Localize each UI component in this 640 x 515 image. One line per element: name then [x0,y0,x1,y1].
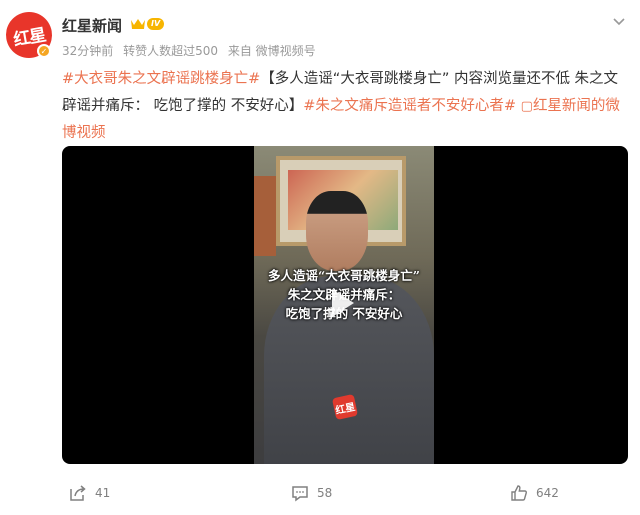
thumbs-up-icon [511,485,527,501]
background-decor [254,176,276,256]
comment-icon [292,486,308,502]
level-badge: IV [147,18,165,30]
post-meta: 32分钟前 转赞人数超过500 来自 微博视频号 [62,42,322,59]
like-count: 642 [536,486,559,500]
video-player[interactable]: 多人造谣“大衣哥跳楼身亡” 朱之文辟谣并痛斥： 吃饱了撑的 不安好心 红星 [62,146,628,464]
caption-line: 多人造谣“大衣哥跳楼身亡” [268,268,420,283]
hashtag-link[interactable]: #大衣哥朱之文辟谣跳楼身亡# [62,71,260,87]
play-icon[interactable] [332,289,354,317]
comment-count: 58 [317,486,333,500]
comment-button[interactable]: 58 [291,484,332,502]
crown-icon [131,19,145,29]
like-button[interactable]: 642 [510,484,559,502]
share-count: 41 [95,486,111,500]
watermark-logo: 红星 [331,393,359,421]
share-icon [70,485,86,501]
share-button[interactable]: 41 [69,484,110,502]
post-text: #大衣哥朱之文辟谣跳楼身亡#【多人造谣“大衣哥跳楼身亡” 内容浏览量还不低 朱之… [62,66,632,147]
verified-badge-icon: ✓ [37,44,51,58]
chevron-down-icon[interactable] [612,14,626,28]
hashtag-link[interactable]: #朱之文痛斥造谣者不安好心者# [303,98,516,114]
video-frame: 多人造谣“大衣哥跳楼身亡” 朱之文辟谣并痛斥： 吃饱了撑的 不安好心 红星 [254,146,434,464]
person-head [306,191,368,271]
post-actions: 41 58 642 [0,480,640,510]
post-time[interactable]: 32分钟前 [62,44,113,58]
repost-count: 转赞人数超过500 [123,44,219,58]
username[interactable]: 红星新闻 [62,15,122,36]
post-source[interactable]: 来自 微博视频号 [228,44,316,58]
weibo-post: 红星 ✓ 红星新闻 IV 32分钟前 转赞人数超过500 来自 微博视频号 #大… [0,0,640,515]
video-link-icon: ▢ [520,99,533,114]
